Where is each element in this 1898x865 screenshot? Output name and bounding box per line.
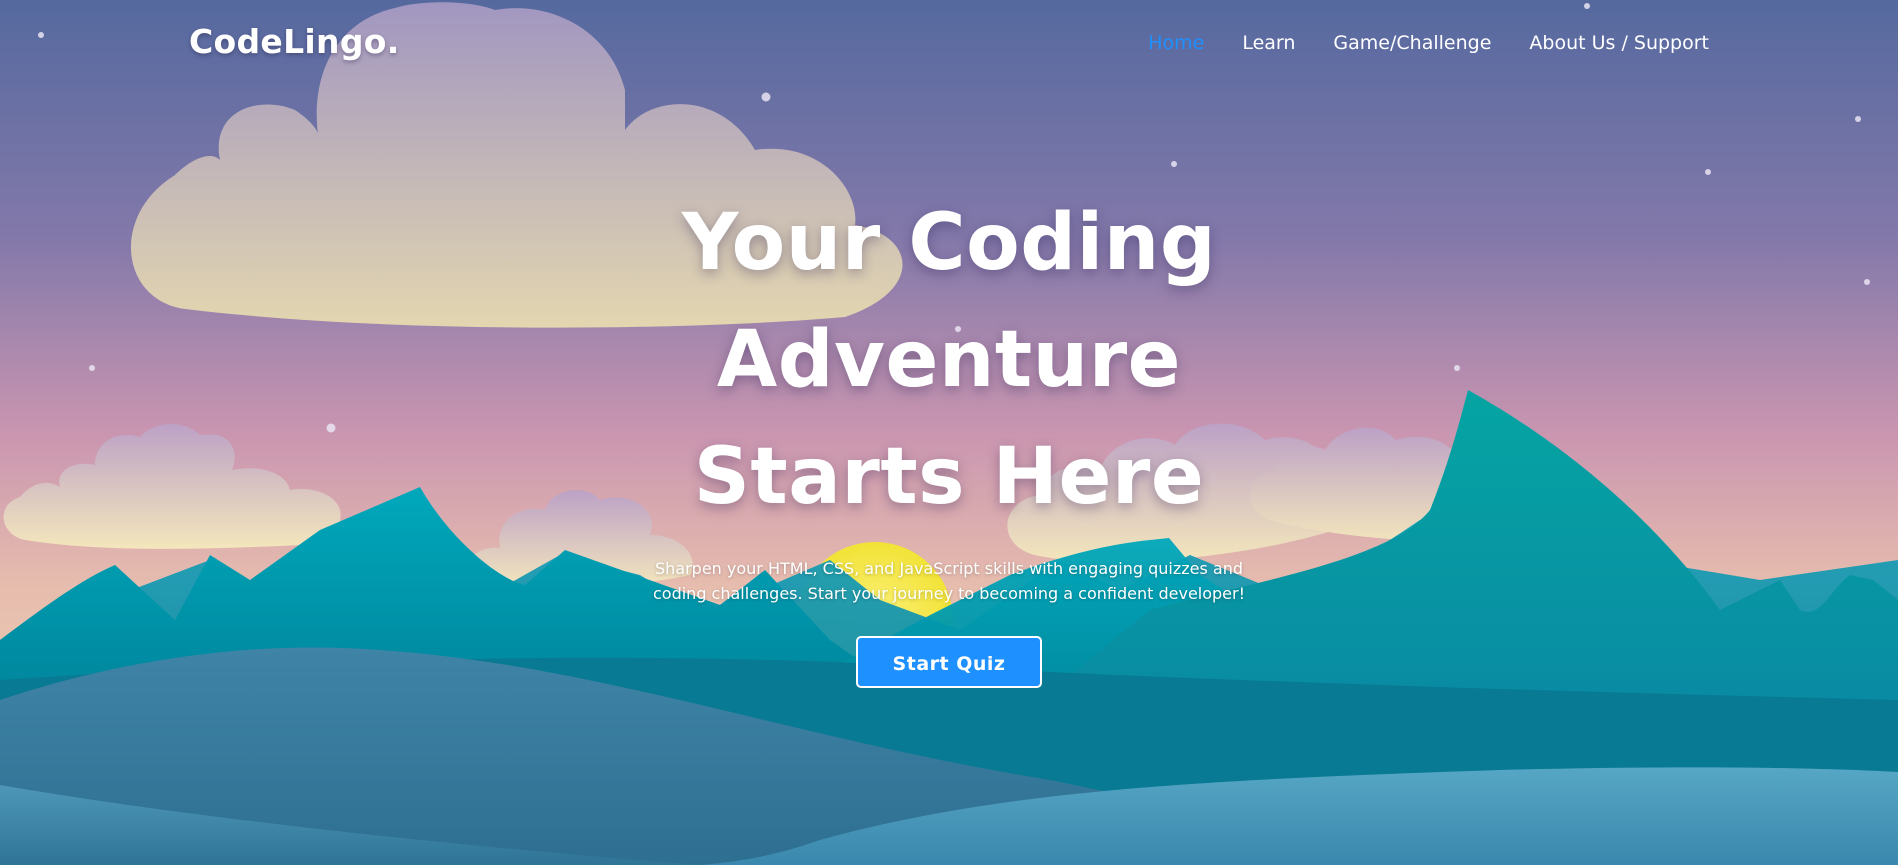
start-quiz-button[interactable]: Start Quiz xyxy=(856,636,1042,688)
nav-link-learn[interactable]: Learn xyxy=(1242,28,1295,58)
hero-title: Your Coding Adventure Starts Here xyxy=(599,185,1299,536)
hero-subtitle: Sharpen your HTML, CSS, and JavaScript s… xyxy=(652,559,1246,603)
hero-title-line-2: Adventure xyxy=(716,315,1182,405)
hero-title-line-1: Your Coding xyxy=(681,198,1217,288)
hero-section: Your Coding Adventure Starts Here Sharpe… xyxy=(0,185,1898,688)
site-logo[interactable]: CodeLingo. xyxy=(189,20,400,64)
main-nav: Home Learn Game/Challenge About Us / Sup… xyxy=(1110,28,1709,58)
nav-link-home[interactable]: Home xyxy=(1148,28,1204,58)
navbar: CodeLingo. Home Learn Game/Challenge Abo… xyxy=(0,0,1898,86)
nav-link-about-support[interactable]: About Us / Support xyxy=(1529,28,1709,58)
hero-title-line-3: Starts Here xyxy=(693,432,1205,522)
nav-link-game-challenge[interactable]: Game/Challenge xyxy=(1333,28,1491,58)
page: CodeLingo. Home Learn Game/Challenge Abo… xyxy=(0,0,1898,865)
